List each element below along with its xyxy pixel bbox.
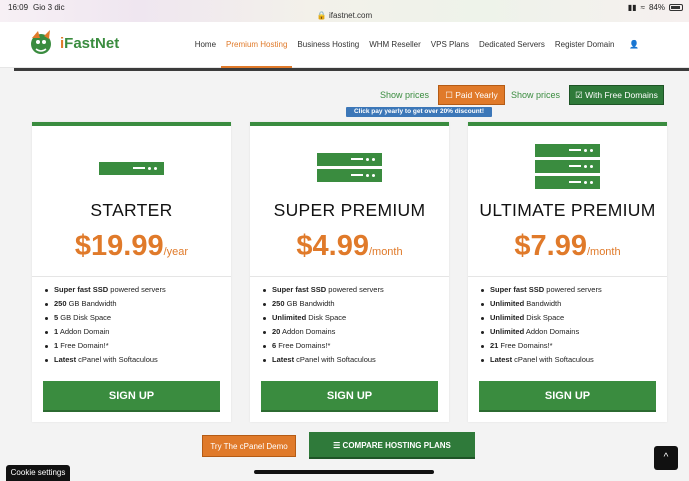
plan-card-starter: STARTER $19.99/year Super fast SSD power… — [32, 122, 231, 422]
plan-card-ultimate-premium: ULTIMATE PREMIUM $7.99/month Super fast … — [468, 122, 667, 422]
sign-up-button[interactable]: SIGN UP — [261, 381, 438, 412]
wifi-icon: ≈ — [640, 3, 645, 12]
nav-home[interactable]: Home — [190, 22, 221, 68]
list-item: 1 Addon Domain — [44, 325, 166, 339]
nav-premium-hosting[interactable]: Premium Hosting — [221, 22, 293, 68]
list-item: Latest cPanel with Softaculous — [480, 353, 602, 367]
brand-name: iFastNet — [60, 34, 120, 52]
cookie-settings-button[interactable]: Cookie settings — [6, 465, 70, 481]
home-indicator — [254, 470, 434, 474]
free-domains-label: With Free Domains — [585, 90, 658, 100]
divider — [250, 276, 449, 277]
list-item: Unlimited Disk Space — [480, 311, 602, 325]
signal-icon: ▮▮ — [627, 3, 637, 12]
list-item: Unlimited Addon Domains — [480, 325, 602, 339]
show-prices-label: Show prices — [380, 90, 430, 100]
plan-price: $7.99/month — [514, 230, 621, 262]
hero-banner-edge — [14, 68, 689, 71]
plan-price: $4.99/month — [296, 230, 403, 262]
list-item: Latest cPanel with Softaculous — [262, 353, 384, 367]
checkbox-icon: ☐ — [445, 90, 453, 100]
nav-login[interactable]: 👤 Login — [619, 22, 659, 95]
url-text: ifastnet.com — [329, 11, 373, 20]
site-logo[interactable]: iFastNet — [26, 28, 119, 58]
list-item: 1 Free Domain!* — [44, 339, 166, 353]
sign-up-button[interactable]: SIGN UP — [43, 381, 220, 412]
user-icon: 👤 — [629, 40, 640, 49]
paid-yearly-label: Paid Yearly — [455, 90, 498, 100]
try-cpanel-demo-button[interactable]: Try The cPanel Demo — [202, 435, 296, 457]
battery-icon — [669, 4, 683, 11]
nav-vps-plans[interactable]: VPS Plans — [426, 22, 474, 68]
list-item: 20 Addon Domains — [262, 325, 384, 339]
sign-up-button[interactable]: SIGN UP — [479, 381, 656, 412]
lock-icon: 🔒 — [316, 11, 327, 20]
paid-yearly-toggle[interactable]: ☐ Paid Yearly — [438, 85, 505, 105]
list-item: Super fast SSD powered servers — [262, 283, 384, 297]
plan-name: ULTIMATE PREMIUM — [479, 200, 656, 220]
battery-percent: 84% — [648, 3, 665, 12]
list-item: Unlimited Bandwidth — [480, 297, 602, 311]
list-item: Super fast SSD powered servers — [480, 283, 602, 297]
compare-hosting-plans-button[interactable]: ☰ COMPARE HOSTING PLANS — [309, 432, 475, 459]
compare-label: COMPARE HOSTING PLANS — [342, 441, 451, 450]
list-item: Latest cPanel with Softaculous — [44, 353, 166, 367]
feature-list: Super fast SSD powered servers 250 GB Ba… — [44, 283, 166, 367]
chevron-up-icon: ^ — [663, 452, 669, 463]
divider — [468, 276, 667, 277]
list-item: 5 GB Disk Space — [44, 311, 166, 325]
plan-price: $19.99/year — [74, 230, 189, 262]
nav-register-domain[interactable]: Register Domain — [550, 22, 620, 68]
status-bar: 16:09 Gio 3 dic 🔒 ifastnet.com ▮▮ ≈ 84% — [0, 0, 689, 22]
plan-name: SUPER PREMIUM — [273, 200, 426, 220]
feature-list: Super fast SSD powered servers 250 GB Ba… — [262, 283, 384, 367]
dragon-logo-icon — [31, 30, 51, 54]
scroll-to-top-button[interactable]: ^ — [654, 446, 678, 470]
server-icon — [468, 144, 667, 189]
list-item: 21 Free Domains!* — [480, 339, 602, 353]
list-item: 6 Free Domains!* — [262, 339, 384, 353]
list-item: Super fast SSD powered servers — [44, 283, 166, 297]
address-bar[interactable]: 🔒 ifastnet.com — [0, 11, 689, 20]
list-item: 250 GB Bandwidth — [44, 297, 166, 311]
list-item: 250 GB Bandwidth — [262, 297, 384, 311]
nav-business-hosting[interactable]: Business Hosting — [292, 22, 364, 68]
status-indicators: ▮▮ ≈ 84% — [628, 3, 683, 12]
free-domains-toggle[interactable]: ☑ With Free Domains — [569, 85, 664, 105]
checked-box-icon: ☑ — [575, 90, 583, 100]
feature-list: Super fast SSD powered servers Unlimited… — [480, 283, 602, 367]
server-icon — [32, 162, 231, 175]
main-menu: Home Premium Hosting Business Hosting WH… — [190, 22, 659, 95]
list-icon: ☰ — [333, 441, 341, 450]
nav-dedicated-servers[interactable]: Dedicated Servers — [474, 22, 550, 68]
plan-name: STARTER — [90, 200, 173, 220]
discount-badge: Click pay yearly to get over 20% discoun… — [346, 107, 492, 117]
nav-whm-reseller[interactable]: WHM Reseller — [364, 22, 426, 68]
list-item: Unlimited Disk Space — [262, 311, 384, 325]
server-icon — [250, 153, 449, 182]
divider — [32, 276, 231, 277]
show-prices-label-2: Show prices — [511, 90, 561, 100]
plan-card-super-premium: SUPER PREMIUM $4.99/month Super fast SSD… — [250, 122, 449, 422]
top-navigation: iFastNet Home Premium Hosting Business H… — [0, 22, 689, 95]
